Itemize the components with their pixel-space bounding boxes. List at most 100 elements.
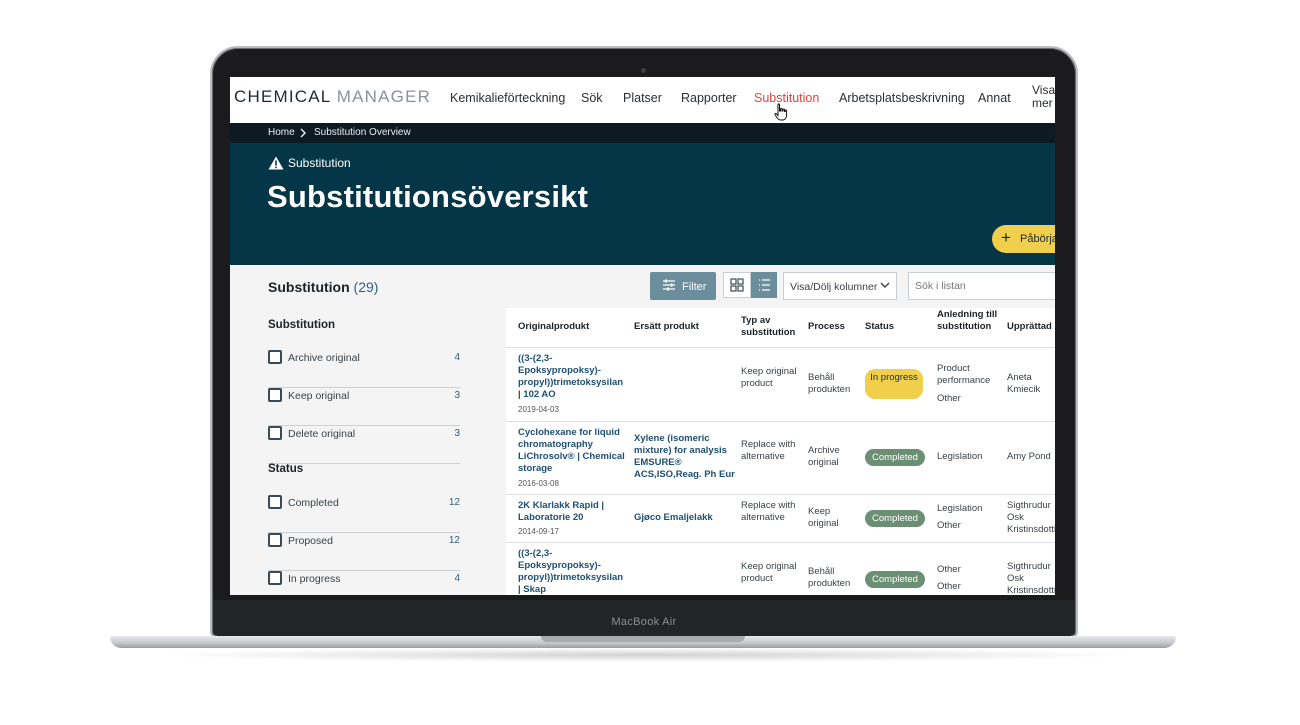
nav-item-reports[interactable]: Rapporter [681, 91, 737, 105]
nav-item-show-more[interactable]: Visa mer [1032, 84, 1055, 110]
breadcrumb: Home Substitution Overview [230, 123, 1055, 143]
facet-keep-original[interactable]: Keep original 3 [268, 388, 460, 426]
list-count: (29) [353, 279, 379, 295]
list-icon [759, 279, 770, 291]
facet-label: Proposed [288, 535, 333, 547]
filter-label: Filter [682, 281, 707, 293]
reason: Legislation [937, 451, 983, 462]
row-divider [506, 542, 1055, 543]
created-by: Sigthrudur Osk Kristinsdottir [1007, 500, 1055, 535]
replacement-product-link[interactable]: Xylene (isomeric mixture) for analysis E… [634, 433, 738, 481]
column-header[interactable]: Upprättad [1007, 321, 1052, 333]
column-header[interactable]: Anledning till substitution [937, 309, 999, 333]
reason: Other [937, 520, 961, 531]
facet-label: Delete original [288, 428, 356, 440]
checkbox[interactable] [268, 426, 282, 440]
filter-button[interactable]: Filter [650, 272, 716, 300]
original-product-link[interactable]: ((3-(2,3-Epoksypropoksy)-propyl))trimeto… [518, 353, 626, 401]
process: Keep original [808, 506, 839, 529]
facet-count: 4 [454, 352, 460, 363]
facet-heading-substitution: Substitution [268, 319, 336, 331]
device-label: MacBook Air [611, 616, 677, 628]
columns-label: Visa/Dölj kolumner [790, 281, 878, 293]
facet-delete-original[interactable]: Delete original 3 [268, 426, 460, 464]
checkbox[interactable] [268, 350, 282, 364]
replacement-product-link[interactable]: Gjøco Emaljelakk [634, 512, 738, 524]
facet-label: Keep original [288, 390, 350, 402]
camera-icon [641, 68, 646, 73]
facet-completed[interactable]: Completed 12 [268, 495, 460, 533]
facet-count: 12 [448, 497, 460, 508]
facet-in-progress[interactable]: In progress 4 [268, 571, 460, 595]
nav-item-search[interactable]: Sök [581, 91, 603, 105]
substitution-table: Originalprodukt Ersätt produkt Typ av su… [506, 308, 1055, 595]
status-badge: In progress [865, 369, 923, 399]
row-date: 2014-09-17 [518, 527, 559, 536]
breadcrumb-home[interactable]: Home [268, 127, 295, 138]
columns-dropdown[interactable]: Visa/Dölj kolumner [783, 272, 897, 300]
top-navigation: CHEMICAL MANAGER Kemikalieförteckning Sö… [230, 77, 1055, 123]
row-divider [506, 494, 1055, 495]
status-badge: Completed [865, 449, 925, 466]
list-title: Substitution [268, 279, 350, 295]
facet-label: Completed [288, 497, 339, 509]
page-title: Substitutionsöversikt [267, 179, 589, 214]
laptop-chin: MacBook Air [213, 600, 1075, 636]
sliders-icon [663, 279, 675, 291]
nav-item-other[interactable]: Annat [978, 91, 1011, 105]
main-content: Substitution (29) Filter Visa/Dölj kolum… [230, 265, 1055, 595]
checkbox[interactable] [268, 533, 282, 547]
original-product-link[interactable]: Cyclohexane for liquid chromatography Li… [518, 427, 626, 475]
checkbox[interactable] [268, 388, 282, 402]
column-header[interactable]: Typ av substitution [741, 315, 801, 339]
logo-primary: CHEMICAL [234, 87, 331, 106]
original-product-link[interactable]: ((3-(2,3-Epoksypropoksy)-propyl))trimeto… [518, 548, 626, 595]
chevron-down-icon [880, 282, 890, 288]
nav-item-locations[interactable]: Platser [623, 91, 662, 105]
chevron-right-icon [300, 128, 306, 138]
show-more-line2: mer [1032, 96, 1053, 110]
row-date: 2019-04-03 [518, 405, 559, 414]
facet-label: In progress [288, 573, 341, 585]
column-header[interactable]: Status [865, 321, 894, 333]
row-date: 2016-03-08 [518, 479, 559, 488]
created-by: Sigthrudur Osk Kristinsdottir [1007, 561, 1055, 595]
facet-archive-original[interactable]: Archive original 4 [268, 350, 460, 388]
list-heading: Substitution (29) [268, 279, 378, 295]
grid-view-toggle[interactable] [723, 272, 751, 298]
start-substitution-button[interactable]: + Påbörja [992, 225, 1055, 253]
list-view-toggle[interactable] [751, 272, 777, 298]
column-header[interactable]: Process [808, 321, 845, 333]
search-input[interactable] [908, 272, 1055, 300]
plus-icon: + [1001, 228, 1011, 247]
reason: Other [937, 393, 961, 404]
hand-cursor-icon [774, 103, 788, 121]
column-header[interactable]: Originalprodukt [518, 321, 589, 333]
substitution-type: Replace with alternative [741, 500, 796, 523]
process: Archive original [808, 445, 840, 468]
facet-count: 3 [454, 390, 460, 401]
breadcrumb-current: Substitution Overview [314, 127, 411, 138]
original-product-link[interactable]: 2K Klarlakk Rapid | Laboratorie 20 [518, 500, 626, 524]
created-by: Aneta Kmiecik [1007, 372, 1041, 395]
grid-icon [730, 278, 744, 292]
facet-heading-status: Status [268, 463, 304, 475]
facet-proposed[interactable]: Proposed 12 [268, 533, 460, 571]
nav-item-chemical-register[interactable]: Kemikalieförteckning [450, 91, 565, 105]
logo-secondary: MANAGER [336, 87, 432, 106]
reason: Legislation [937, 503, 983, 514]
status-badge: Completed [865, 571, 925, 588]
column-header[interactable]: Ersätt produkt [634, 321, 699, 333]
reason: Other [937, 564, 961, 575]
checkbox[interactable] [268, 495, 282, 509]
checkbox[interactable] [268, 571, 282, 585]
reason: Other [937, 581, 961, 592]
row-divider [506, 421, 1055, 422]
substitution-type: Replace with alternative [741, 439, 796, 462]
page-header: Substitution Substitutionsöversikt + Påb… [230, 143, 1055, 265]
app-logo[interactable]: CHEMICAL MANAGER [234, 87, 431, 107]
laptop-shadow [150, 648, 1140, 662]
nav-item-workplace-description[interactable]: Arbetsplatsbeskrivning [839, 91, 965, 105]
reason: Product performance [937, 363, 991, 386]
substitution-type: Keep original product [741, 366, 797, 389]
